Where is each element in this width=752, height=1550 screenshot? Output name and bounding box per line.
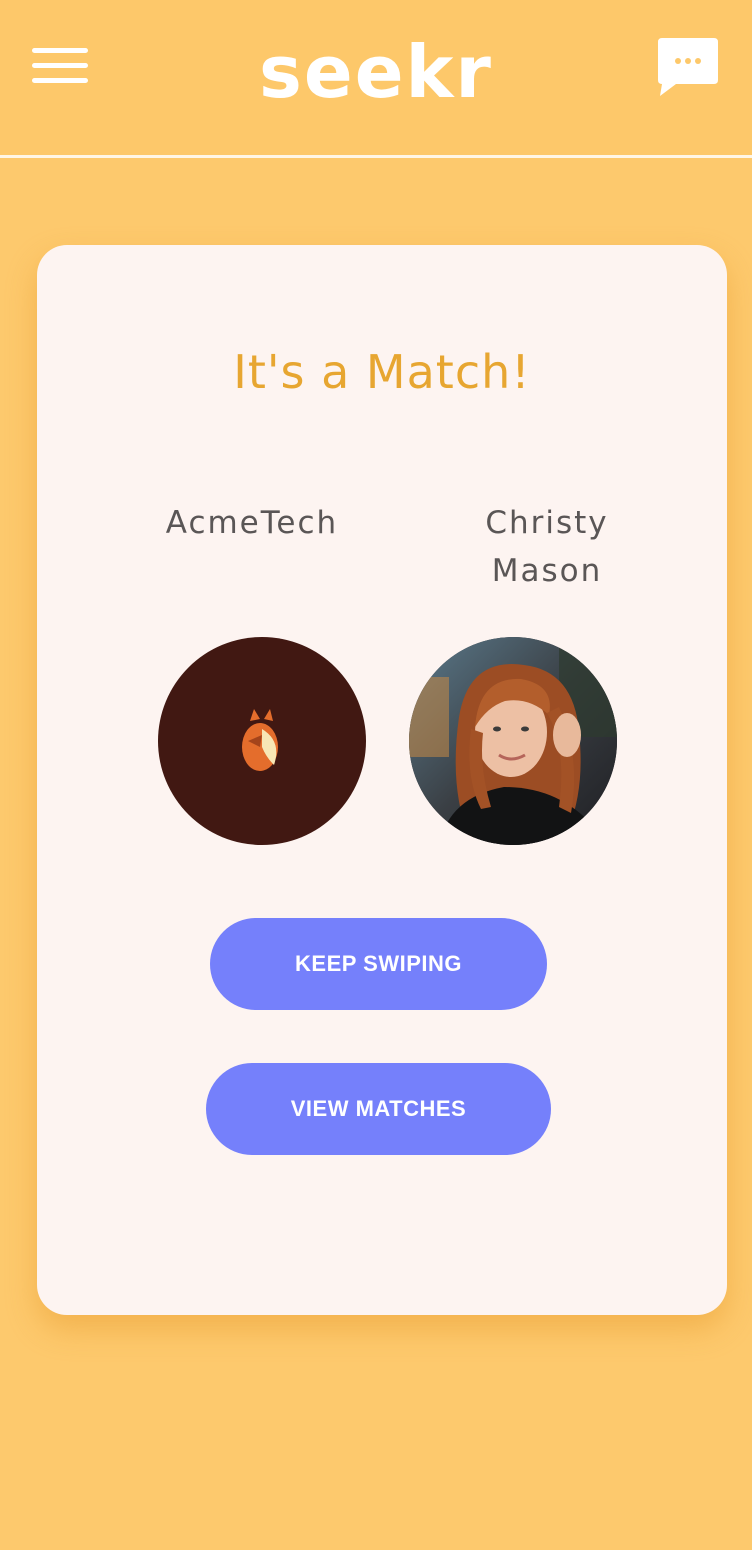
app-header: seekr (0, 0, 752, 156)
keep-swiping-button[interactable]: KEEP SWIPING (210, 918, 547, 1010)
header-divider (0, 155, 752, 158)
candidate-first-name: Christy (485, 505, 609, 541)
match-card: It's a Match! AcmeTech Christy Mason KEE… (37, 245, 727, 1315)
chat-button[interactable] (656, 34, 720, 98)
company-avatar (158, 637, 366, 845)
match-title: It's a Match! (233, 345, 531, 399)
view-matches-button[interactable]: VIEW MATCHES (206, 1063, 551, 1155)
candidate-avatar (409, 637, 617, 845)
company-name: AcmeTech (165, 505, 339, 541)
fox-logo-icon (242, 709, 278, 771)
candidate-name: Christy Mason (447, 499, 647, 595)
profile-photo-icon (409, 637, 617, 845)
candidate-last-name: Mason (491, 553, 603, 589)
app-logo: seekr (259, 30, 493, 114)
chat-bubble-icon (658, 38, 718, 96)
